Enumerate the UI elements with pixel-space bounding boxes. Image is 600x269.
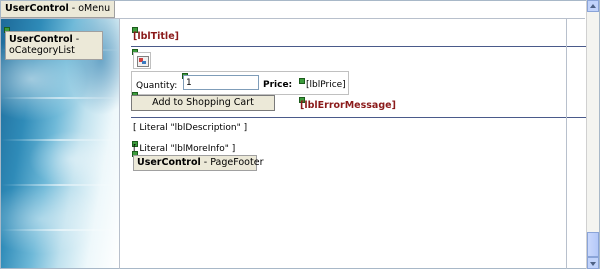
details-rule [131, 117, 586, 118]
usercontrol-type-label: UserControl [137, 157, 201, 168]
literal-description[interactable]: [ Literal "lblDescription" ] [133, 123, 247, 133]
title-rule [131, 46, 586, 47]
content-right-border [566, 19, 567, 269]
usercontrol-name: PageFooter [210, 157, 264, 168]
designer-glyph-icon [299, 78, 305, 84]
water-ripple [1, 229, 119, 231]
usercontrol-separator: - [68, 3, 79, 14]
water-ripple [1, 97, 119, 99]
left-column-border [119, 19, 120, 269]
quantity-label: Quantity: [136, 81, 178, 91]
usercontrol-type-label: UserControl [9, 34, 73, 45]
scroll-down-button[interactable] [587, 257, 599, 269]
usercontrol-name: oMenu [78, 3, 111, 14]
usercontrol-omenu[interactable]: UserControl - oMenu [1, 1, 116, 18]
left-nav-panel: UserControl - oCategoryList [1, 19, 119, 268]
price-label: Price: [263, 80, 293, 90]
lbl-title[interactable]: [lblTitle] [133, 31, 179, 42]
lbl-price[interactable]: [lblPrice] [306, 80, 346, 90]
scroll-up-button[interactable] [587, 0, 599, 12]
scroll-up-arrow-icon [590, 4, 596, 8]
product-image[interactable] [133, 52, 151, 69]
scroll-thumb[interactable] [587, 232, 599, 257]
usercontrol-type-label: UserControl [5, 3, 69, 14]
usercontrol-name: oCategoryList [9, 45, 75, 56]
usercontrol-ocategorylist[interactable]: UserControl - oCategoryList [5, 31, 103, 60]
add-to-cart-button[interactable]: Add to Shopping Cart [131, 95, 275, 111]
main-content: [lblTitle] Quantity: Price: [lblPrice] A… [131, 19, 586, 269]
broken-image-icon [137, 56, 149, 67]
literal-more-info[interactable]: [ Literal "lblMoreInfo" ] [133, 144, 235, 154]
usercontrol-separator: - [72, 34, 80, 45]
quantity-price-panel: Quantity: Price: [lblPrice] [131, 71, 349, 95]
vertical-scrollbar[interactable] [586, 0, 599, 269]
scroll-down-arrow-icon [590, 262, 596, 266]
usercontrol-pagefooter[interactable]: UserControl - PageFooter [133, 155, 263, 171]
water-ripple [1, 184, 119, 186]
water-ripple [1, 139, 119, 141]
usercontrol-separator: - [200, 157, 211, 168]
quantity-input[interactable] [183, 75, 259, 90]
lbl-error-message[interactable]: [lblErrorMessage] [300, 100, 396, 111]
